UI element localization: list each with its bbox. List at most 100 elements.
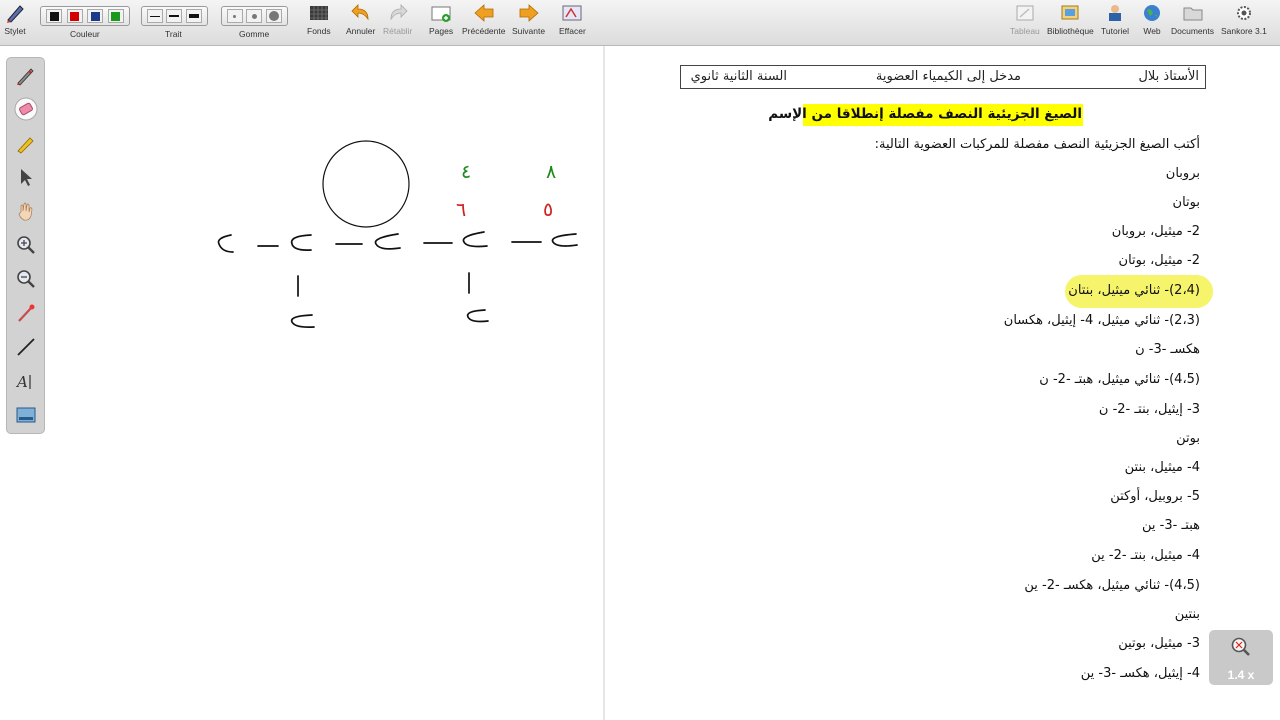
branch-carbon-2 bbox=[466, 309, 489, 323]
list-item: بوتن bbox=[1176, 431, 1200, 446]
background-grid-icon bbox=[308, 2, 330, 24]
tableau-button[interactable]: Tableau bbox=[1010, 2, 1040, 36]
instruction-text: أكتب الصيغ الجزيئية النصف مفصلة للمركبات… bbox=[874, 137, 1200, 152]
subject-title: مدخل إلى الكيمياء العضوية bbox=[875, 69, 1021, 84]
document-header-box: الأستاذ بلال مدخل إلى الكيمياء العضوية ا… bbox=[680, 65, 1206, 89]
whiteboard-canvas[interactable]: ٨ ٤ ٥ ٦ bbox=[0, 46, 603, 720]
color-swatch-blue[interactable] bbox=[87, 9, 104, 23]
add-page-icon bbox=[430, 2, 452, 24]
documents-button[interactable]: Documents bbox=[1171, 2, 1214, 36]
documents-label: Documents bbox=[1171, 26, 1214, 36]
list-item: (4،5)- ثنائي ميثيل، هكسـ -2- ين bbox=[1024, 578, 1200, 593]
list-item: (2،4)- ثنائي ميثيل، بنتان bbox=[1068, 283, 1200, 298]
eraser-small[interactable] bbox=[226, 9, 243, 23]
list-item: 4- ميثيل، بنتن bbox=[1124, 460, 1200, 475]
main-toolbar: Stylet Couleur Trait Gomme Fonds Annuler bbox=[0, 0, 1280, 46]
stylet-icon bbox=[4, 2, 26, 24]
list-item: (4،5)- ثنائي ميثيل، هبتـ -2- ن bbox=[1039, 372, 1200, 387]
pages-label: Pages bbox=[429, 26, 454, 36]
carbon-2 bbox=[290, 234, 312, 251]
eraser-large[interactable] bbox=[266, 9, 283, 23]
bibliotheque-label: Bibliothèque bbox=[1047, 26, 1094, 36]
stroke-thick[interactable] bbox=[186, 9, 203, 23]
carbon-4 bbox=[462, 231, 488, 248]
list-item: 2- ميثيل، بوتان bbox=[1118, 253, 1200, 268]
carbon-5 bbox=[551, 233, 578, 247]
sankore-button[interactable]: Sankore 3.1 bbox=[1221, 2, 1267, 36]
list-item: بوتان bbox=[1172, 195, 1200, 210]
tableau-label: Tableau bbox=[1010, 26, 1040, 36]
color-picker bbox=[40, 6, 130, 26]
arrow-left-icon bbox=[473, 2, 495, 24]
class-level: السنة الثانية ثانوي bbox=[690, 69, 787, 84]
carbon-1 bbox=[217, 234, 234, 253]
number-6: ٦ bbox=[456, 199, 466, 221]
tutoriel-label: Tutoriel bbox=[1101, 26, 1130, 36]
list-item: هكسـ -3- ن bbox=[1135, 342, 1200, 357]
clear-board-icon bbox=[561, 2, 583, 24]
stylet-label: Stylet bbox=[4, 26, 26, 36]
list-item: 4- إيثيل، هكسـ -3- ين bbox=[1080, 666, 1200, 681]
web-label: Web bbox=[1143, 26, 1161, 36]
trait-label: Trait bbox=[165, 29, 182, 39]
color-swatch-black[interactable] bbox=[46, 9, 63, 23]
stroke-medium[interactable] bbox=[166, 9, 183, 23]
library-icon bbox=[1059, 2, 1081, 24]
bibliotheque-button[interactable]: Bibliothèque bbox=[1047, 2, 1094, 36]
exercise-title: الصيغ الجزيئية النصف مفصلة إنطلاقا من ال… bbox=[768, 106, 1082, 122]
branch-carbon-1 bbox=[290, 314, 315, 328]
stroke-thin[interactable] bbox=[146, 9, 163, 23]
board-icon bbox=[1014, 2, 1036, 24]
arrow-right-icon bbox=[518, 2, 540, 24]
number-8: ٨ bbox=[546, 161, 556, 183]
globe-icon bbox=[1141, 2, 1163, 24]
list-item: 2- ميثيل، بروبان bbox=[1111, 224, 1200, 239]
tutoriel-button[interactable]: Tutoriel bbox=[1101, 2, 1129, 36]
annuler-button[interactable]: Annuler bbox=[346, 2, 375, 36]
color-swatch-green[interactable] bbox=[107, 9, 124, 23]
list-item: 5- بروبيل، أوكتن bbox=[1110, 489, 1200, 504]
gear-icon bbox=[1233, 2, 1255, 24]
list-item: 3- ميثيل، بوتين bbox=[1118, 636, 1200, 651]
suivante-button[interactable]: Suivante bbox=[512, 2, 545, 36]
list-item: 4- ميثيل، بنتـ -2- ين bbox=[1091, 548, 1200, 563]
retablir-button[interactable]: Rétablir bbox=[383, 2, 412, 36]
list-item: بنتين bbox=[1174, 607, 1200, 622]
web-button[interactable]: Web bbox=[1141, 2, 1163, 36]
stroke-picker bbox=[141, 6, 208, 26]
color-swatch-red[interactable] bbox=[66, 9, 83, 23]
retablir-label: Rétablir bbox=[383, 26, 413, 36]
precedente-button[interactable]: Précédente bbox=[462, 2, 505, 36]
annuler-label: Annuler bbox=[346, 26, 376, 36]
sankore-label: Sankore 3.1 bbox=[1221, 26, 1267, 36]
redo-icon bbox=[387, 2, 409, 24]
fonds-label: Fonds bbox=[307, 26, 331, 36]
carbon-3 bbox=[374, 233, 401, 250]
list-item: هبتـ -3- ين bbox=[1142, 518, 1200, 533]
undo-icon bbox=[350, 2, 372, 24]
number-5: ٥ bbox=[543, 199, 553, 221]
tutorial-icon bbox=[1104, 2, 1126, 24]
number-4: ٤ bbox=[461, 161, 471, 183]
precedente-label: Précédente bbox=[462, 26, 506, 36]
drawn-circle bbox=[322, 140, 410, 228]
suivante-label: Suivante bbox=[512, 26, 546, 36]
gomme-label: Gomme bbox=[239, 29, 270, 39]
effacer-label: Effacer bbox=[559, 26, 586, 36]
pages-button[interactable]: Pages bbox=[429, 2, 453, 36]
zoom-indicator[interactable]: 1.4 x bbox=[1209, 630, 1273, 685]
couleur-label: Couleur bbox=[70, 29, 100, 39]
teacher-name: الأستاذ بلال bbox=[1138, 69, 1199, 84]
list-item: 3- إيثيل، بنتـ -2- ن bbox=[1098, 402, 1200, 417]
eraser-size-picker bbox=[221, 6, 288, 26]
eraser-medium[interactable] bbox=[246, 9, 263, 23]
folder-icon bbox=[1182, 2, 1204, 24]
effacer-button[interactable]: Effacer bbox=[559, 2, 586, 36]
fonds-button[interactable]: Fonds bbox=[307, 2, 331, 36]
list-item: (2،3)- ثنائي ميثيل، 4- إيثيل، هكسان bbox=[1003, 313, 1200, 328]
carbon-chain-drawing bbox=[217, 140, 578, 328]
list-item: بروبان bbox=[1165, 166, 1200, 181]
zoom-magnifier-icon bbox=[1230, 636, 1252, 662]
stylet-tool[interactable]: Stylet bbox=[4, 2, 26, 36]
zoom-level-text: 1.4 x bbox=[1227, 668, 1255, 682]
